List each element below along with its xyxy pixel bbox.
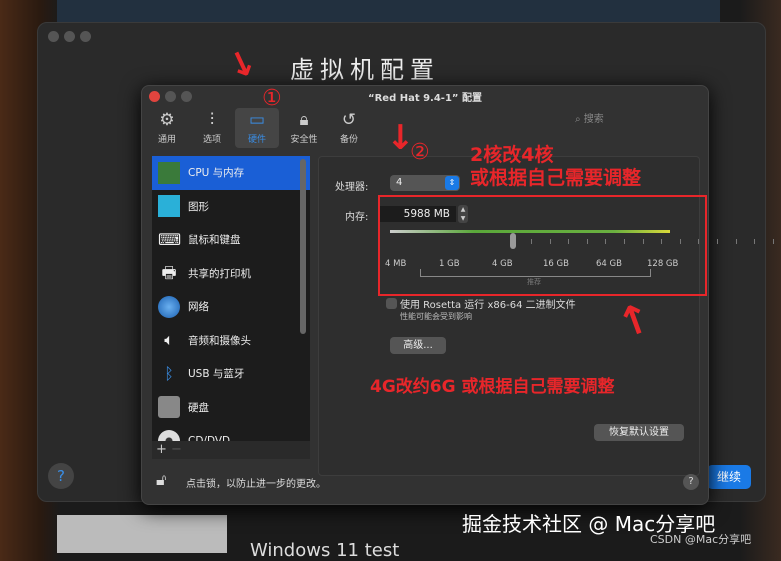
annotation-cpu-note: 或根据自己需要调整	[470, 167, 642, 189]
sidebar-item-label: 网络	[188, 301, 209, 314]
advanced-button[interactable]: 高级...	[390, 337, 446, 354]
slider-tick	[717, 239, 718, 244]
unlocked-lock-icon[interactable]: 🔓︎	[156, 470, 166, 490]
keyboard-icon: ⌨	[158, 229, 182, 249]
sidebar-item-label: 硬盘	[188, 401, 209, 414]
tab-label: 选项	[202, 135, 221, 145]
display-icon: ▭	[248, 110, 266, 130]
slider-tick	[754, 239, 756, 244]
tab-label: 安全性	[290, 135, 318, 145]
vm-config-title: 虚拟机配置	[290, 56, 440, 84]
tab-label: 备份	[339, 135, 358, 145]
sidebar-item-label: USB 与蓝牙	[188, 368, 245, 381]
slider-tick	[735, 239, 737, 244]
thumbnail-preview	[57, 515, 227, 553]
tab-label: 硬件	[247, 135, 266, 145]
tab-backup[interactable]: ↺ 备份	[327, 108, 371, 148]
sidebar-item-graphics[interactable]: 图形	[152, 190, 310, 224]
cpu-value: 4	[396, 177, 403, 188]
sidebar-item-mouse-keyboard[interactable]: ⌨ 鼠标和键盘	[152, 223, 310, 257]
annotation-memory-note: 4G改约6G 或根据自己需要调整	[370, 377, 615, 397]
annotation-memory-box	[378, 195, 707, 296]
tab-label: 通用	[157, 135, 176, 145]
hardware-list: CPU 与内存 图形 ⌨ 鼠标和键盘 🖶 共享的打印机 网络 🔈︎ 音频和摄像头 ᛒ U…	[152, 156, 310, 443]
continue-button[interactable]: 继续	[707, 465, 751, 489]
globe-icon	[158, 295, 180, 318]
gear-icon: ⚙	[159, 110, 175, 130]
clock-icon: ↺	[341, 110, 357, 130]
restore-defaults-button[interactable]: 恢复默认设置	[594, 424, 684, 441]
printer-icon: 🖶	[161, 263, 177, 283]
sidebar-item-audio-camera[interactable]: 🔈︎ 音频和摄像头	[152, 324, 310, 358]
cpu-label: 处理器:	[335, 182, 369, 193]
add-button[interactable]: +	[156, 442, 167, 457]
lock-hint: 点击锁，以防止进一步的更改。	[186, 479, 326, 490]
tab-hardware[interactable]: ▭ 硬件	[235, 108, 279, 148]
sidebar-item-label: 音频和摄像头	[188, 334, 251, 347]
search-icon: ⌕	[575, 114, 584, 125]
sliders-icon: ⫶	[209, 110, 215, 130]
dialog-title: “Red Hat 9.4-1” 配置	[368, 93, 482, 104]
background-window-strip	[57, 0, 720, 22]
tab-security[interactable]: 🔒︎ 安全性	[282, 108, 326, 148]
help-button[interactable]: ?	[48, 463, 74, 489]
search-field[interactable]: ⌕ 搜索	[575, 110, 604, 125]
sidebar-item-usb-bluetooth[interactable]: ᛒ USB 与蓝牙	[152, 357, 310, 391]
monitor-icon	[158, 195, 180, 218]
bottom-window-text: Windows 11 test	[250, 540, 400, 561]
annotation-step2: ②	[410, 140, 430, 165]
tab-general[interactable]: ⚙ 通用	[145, 108, 189, 148]
add-remove-bar: + −	[152, 441, 310, 459]
rosetta-checkbox[interactable]	[386, 298, 397, 309]
search-placeholder: 搜索	[583, 114, 604, 125]
rosetta-sublabel: 性能可能会受到影响	[400, 312, 472, 321]
dialog-help-button[interactable]: ?	[683, 474, 699, 490]
usb-icon: ᛒ	[164, 363, 174, 383]
tab-options[interactable]: ⫶ 选项	[190, 108, 234, 148]
rosetta-label: 使用 Rosetta 运行 x86-64 二进制文件	[400, 300, 576, 311]
lock-icon: 🔒︎	[299, 110, 309, 130]
watermark-sub: CSDN @Mac分享吧	[650, 533, 752, 546]
sidebar-item-cpu-memory[interactable]: CPU 与内存	[152, 156, 310, 190]
remove-button[interactable]: −	[171, 442, 182, 457]
sidebar-item-disk[interactable]: 硬盘	[152, 391, 310, 425]
sidebar-item-label: 图形	[188, 200, 209, 213]
sidebar-item-label: 共享的打印机	[188, 267, 251, 280]
sidebar-item-label: CPU 与内存	[188, 167, 245, 180]
window-controls	[48, 31, 91, 42]
sidebar-item-printer[interactable]: 🖶 共享的打印机	[152, 257, 310, 291]
disk-icon	[158, 396, 180, 419]
cpu-icon	[158, 161, 180, 184]
chevron-updown-icon: ⇕	[445, 176, 459, 190]
slider-tick	[772, 239, 774, 244]
sidebar-item-label: 鼠标和键盘	[188, 234, 241, 247]
sidebar-item-network[interactable]: 网络	[152, 290, 310, 324]
camera-icon: 🔈︎	[164, 330, 174, 350]
cpu-select[interactable]: 4 ⇕	[390, 175, 460, 191]
sidebar-scrollbar[interactable]	[300, 159, 306, 334]
memory-label: 内存:	[345, 212, 369, 223]
annotation-step1: ①	[262, 86, 282, 111]
